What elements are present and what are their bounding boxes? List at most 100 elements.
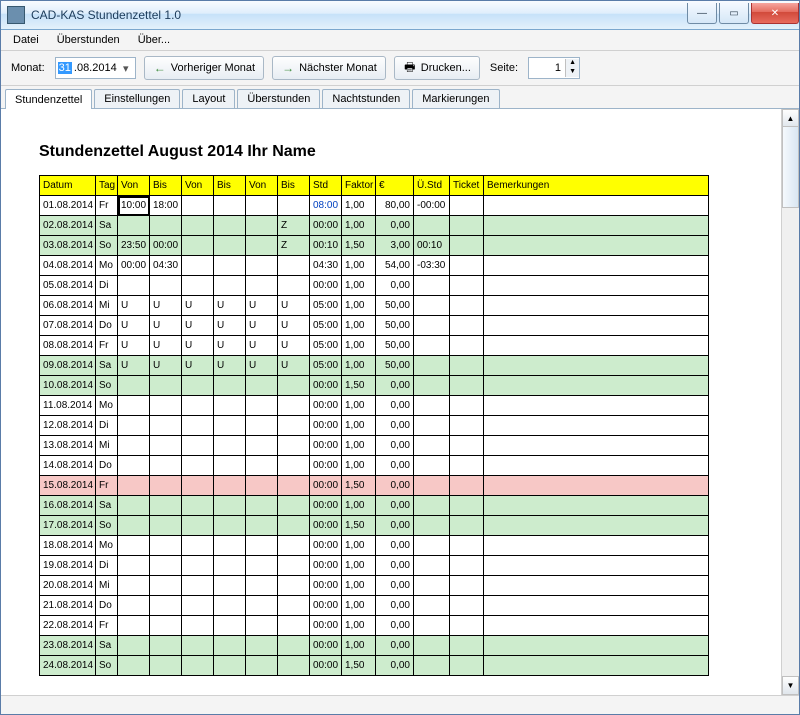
cell[interactable]: 00:00 <box>310 376 342 396</box>
cell[interactable]: 24.08.2014 <box>40 656 96 676</box>
cell[interactable] <box>450 476 484 496</box>
cell[interactable] <box>182 256 214 276</box>
cell[interactable]: 1,50 <box>342 656 376 676</box>
cell[interactable] <box>118 216 150 236</box>
cell[interactable] <box>214 236 246 256</box>
print-button[interactable]: 🖶 Drucken... <box>394 56 480 80</box>
cell[interactable]: 21.08.2014 <box>40 596 96 616</box>
cell[interactable] <box>484 296 709 316</box>
cell[interactable] <box>150 616 182 636</box>
cell[interactable] <box>484 396 709 416</box>
cell[interactable] <box>484 276 709 296</box>
cell[interactable] <box>450 656 484 676</box>
cell[interactable] <box>214 196 246 216</box>
cell[interactable]: 50,00 <box>376 316 414 336</box>
cell[interactable]: So <box>96 516 118 536</box>
cell[interactable]: 0,00 <box>376 496 414 516</box>
cell[interactable] <box>484 436 709 456</box>
scroll-thumb[interactable] <box>782 126 799 208</box>
cell[interactable]: 1,00 <box>342 196 376 216</box>
cell[interactable] <box>182 476 214 496</box>
cell[interactable]: 0,00 <box>376 216 414 236</box>
cell[interactable]: Sa <box>96 636 118 656</box>
cell[interactable]: U <box>246 336 278 356</box>
cell[interactable]: 00:00 <box>310 656 342 676</box>
cell[interactable]: 00:00 <box>310 496 342 516</box>
cell[interactable] <box>118 556 150 576</box>
maximize-button[interactable]: ▭ <box>719 3 749 24</box>
cell[interactable]: 80,00 <box>376 196 414 216</box>
cell[interactable] <box>414 336 450 356</box>
cell[interactable]: Sa <box>96 216 118 236</box>
table-row[interactable]: 24.08.2014So00:001,500,00 <box>40 656 709 676</box>
cell[interactable] <box>484 636 709 656</box>
cell[interactable] <box>182 396 214 416</box>
cell[interactable] <box>278 436 310 456</box>
cell[interactable]: 54,00 <box>376 256 414 276</box>
cell[interactable] <box>414 536 450 556</box>
cell[interactable]: 00:00 <box>310 436 342 456</box>
cell[interactable] <box>182 636 214 656</box>
cell[interactable]: 1,00 <box>342 396 376 416</box>
cell[interactable] <box>246 376 278 396</box>
table-row[interactable]: 01.08.2014Fr10:0018:0008:001,0080,00-00:… <box>40 196 709 216</box>
next-month-button[interactable]: → Nächster Monat <box>272 56 386 80</box>
cell[interactable]: Sa <box>96 496 118 516</box>
cell[interactable] <box>484 516 709 536</box>
cell[interactable]: Fr <box>96 616 118 636</box>
cell[interactable]: -00:00 <box>414 196 450 216</box>
vertical-scrollbar[interactable]: ▲ ▼ <box>781 109 799 695</box>
cell[interactable]: U <box>150 336 182 356</box>
cell[interactable] <box>278 636 310 656</box>
cell[interactable] <box>414 436 450 456</box>
cell[interactable]: 00:10 <box>310 236 342 256</box>
cell[interactable] <box>182 516 214 536</box>
cell[interactable] <box>214 216 246 236</box>
timesheet-table[interactable]: DatumTagVonBisVonBisVonBisStdFaktor€Ü.St… <box>39 175 709 676</box>
title-bar[interactable]: CAD-KAS Stundenzettel 1.0 ― ▭ ✕ <box>1 1 799 30</box>
cell[interactable]: 00:00 <box>310 536 342 556</box>
cell[interactable]: 1,50 <box>342 476 376 496</box>
table-row[interactable]: 21.08.2014Do00:001,000,00 <box>40 596 709 616</box>
cell[interactable]: U <box>118 336 150 356</box>
cell[interactable]: 05:00 <box>310 356 342 376</box>
cell[interactable]: Z <box>278 236 310 256</box>
tab-uberstunden[interactable]: Überstunden <box>237 89 320 108</box>
cell[interactable]: 00:10 <box>414 236 450 256</box>
cell[interactable]: U <box>150 296 182 316</box>
cell[interactable] <box>246 576 278 596</box>
cell[interactable] <box>182 536 214 556</box>
cell[interactable]: 15.08.2014 <box>40 476 96 496</box>
page-spinner[interactable]: 1 ▲ ▼ <box>528 57 580 79</box>
cell[interactable]: U <box>278 356 310 376</box>
cell[interactable]: U <box>118 316 150 336</box>
cell[interactable]: Di <box>96 276 118 296</box>
table-row[interactable]: 15.08.2014Fr00:001,500,00 <box>40 476 709 496</box>
table-row[interactable]: 14.08.2014Do00:001,000,00 <box>40 456 709 476</box>
cell[interactable] <box>450 596 484 616</box>
cell[interactable] <box>182 656 214 676</box>
cell[interactable]: 0,00 <box>376 436 414 456</box>
tab-layout[interactable]: Layout <box>182 89 235 108</box>
table-row[interactable]: 08.08.2014FrUUUUUU05:001,0050,00 <box>40 336 709 356</box>
cell[interactable]: 16.08.2014 <box>40 496 96 516</box>
cell[interactable]: U <box>150 356 182 376</box>
cell[interactable] <box>214 576 246 596</box>
cell[interactable]: So <box>96 376 118 396</box>
cell[interactable]: 0,00 <box>376 276 414 296</box>
cell[interactable]: Mo <box>96 396 118 416</box>
chevron-down-icon[interactable]: ▾ <box>119 62 133 75</box>
cell[interactable]: Mi <box>96 436 118 456</box>
cell[interactable] <box>450 356 484 376</box>
cell[interactable] <box>150 516 182 536</box>
cell[interactable]: 1,00 <box>342 276 376 296</box>
cell[interactable] <box>118 656 150 676</box>
cell[interactable] <box>414 216 450 236</box>
cell[interactable] <box>278 656 310 676</box>
cell[interactable]: 1,00 <box>342 636 376 656</box>
cell[interactable] <box>278 516 310 536</box>
cell[interactable]: 04:30 <box>310 256 342 276</box>
cell[interactable]: 18.08.2014 <box>40 536 96 556</box>
cell[interactable] <box>214 656 246 676</box>
cell[interactable] <box>246 516 278 536</box>
